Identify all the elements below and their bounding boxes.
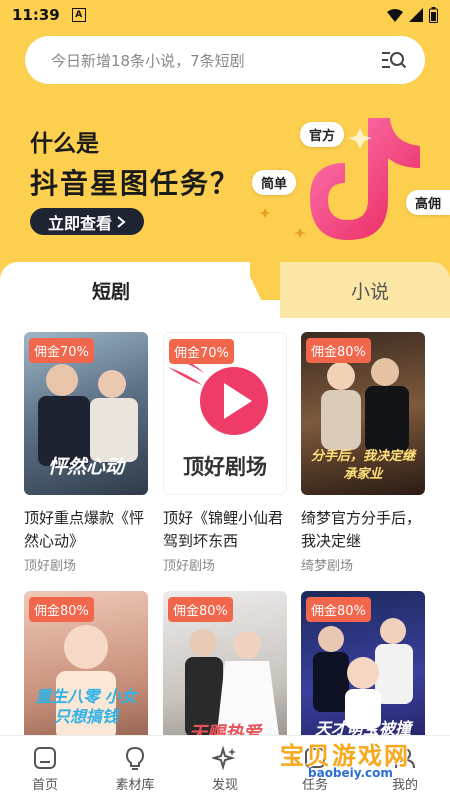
drama-poster: 佣金80% 天赐热爱 <box>163 591 287 754</box>
notification-icon: A <box>71 8 86 22</box>
nav-materials[interactable]: 素材库 <box>90 736 180 800</box>
status-time: 11:39 <box>12 6 60 24</box>
bulb-icon <box>125 746 145 770</box>
tab-novel-label: 小说 <box>350 280 389 303</box>
tab-short-drama[interactable]: 短剧 <box>0 262 250 318</box>
nav-discover[interactable]: 发现 <box>180 736 270 800</box>
commission-badge: 佣金80% <box>306 338 371 363</box>
search-bar[interactable]: 今日新增18条小说，7条短剧 <box>25 36 425 84</box>
tab-divider <box>220 262 280 318</box>
sparkle-icon <box>212 744 236 771</box>
tab-novel[interactable]: 小说 <box>280 262 450 318</box>
drama-card[interactable]: 佣金70% 顶好剧场 顶好《锦鲤小仙君驾到坏东西 顶好剧场 <box>163 332 287 574</box>
battery-icon <box>429 7 438 23</box>
watermark: 宝贝游戏网 baobeiy.com <box>272 736 422 786</box>
drama-poster: 佣金70% 顶好剧场 <box>163 332 287 495</box>
banner-question: 什么是 <box>30 131 99 157</box>
commission-badge: 佣金80% <box>306 597 371 622</box>
drama-source: 绮梦剧场 <box>301 559 354 574</box>
drama-source: 顶好剧场 <box>24 559 77 574</box>
drama-card[interactable]: 佣金80% 天才萌宝被撞 <box>301 591 425 754</box>
watermark-url: baobeiy.com <box>308 766 393 780</box>
drama-poster: 佣金80% 天才萌宝被撞 <box>301 591 425 754</box>
commission-badge: 佣金80% <box>29 597 94 622</box>
drama-card[interactable]: 佣金80% 分手后，我决定继承家业 绮梦官方分手后，我决定继 绮梦剧场 <box>301 332 425 574</box>
search-list-icon[interactable] <box>381 50 407 70</box>
status-icons <box>387 7 438 23</box>
drama-card[interactable]: 佣金80% 天赐热爱 <box>163 591 287 754</box>
nav-home[interactable]: 首页 <box>0 736 90 800</box>
wifi-icon <box>387 8 403 22</box>
poster-title: 重生八零 小女只想搞钱 <box>35 687 137 726</box>
drama-card[interactable]: 佣金80% 重生八零 小女只想搞钱 <box>24 591 148 754</box>
commission-badge: 佣金80% <box>168 597 233 622</box>
status-bar: 11:39 A <box>0 0 450 30</box>
tag-official: 官方 <box>300 122 345 147</box>
drama-poster: 佣金80% 重生八零 小女只想搞钱 <box>24 591 148 754</box>
nav-materials-label: 素材库 <box>115 777 155 793</box>
home-icon <box>34 746 56 769</box>
drama-title: 绮梦官方分手后，我决定继 <box>301 509 422 550</box>
drama-title: 顶好《锦鲤小仙君驾到坏东西 <box>163 509 284 550</box>
poster-title: 顶好剧场 <box>183 455 267 479</box>
view-now-button[interactable]: 立即查看 <box>30 208 145 235</box>
tab-short-drama-label: 短剧 <box>92 280 131 303</box>
poster-title: 分手后，我决定继承家业 <box>310 449 415 482</box>
commission-badge: 佣金70% <box>169 339 234 364</box>
commission-badge: 佣金70% <box>29 338 94 363</box>
nav-home-label: 首页 <box>31 777 58 793</box>
banner-illustration: 官方 简单 高佣 <box>240 108 450 258</box>
drama-poster: 佣金80% 分手后，我决定继承家业 <box>301 332 425 495</box>
search-placeholder: 今日新增18条小说，7条短剧 <box>51 51 245 70</box>
view-now-label: 立即查看 <box>48 213 113 233</box>
nav-discover-label: 发现 <box>211 777 238 793</box>
tag-high-commission: 高佣 <box>406 190 450 215</box>
poster-title: 怦然心动 <box>47 456 124 478</box>
chevron-right-icon <box>117 215 126 228</box>
drama-grid: 佣金70% 怦然心动 顶好重点爆款《怦然心动》 顶好剧场 佣金70% 顶好剧场 … <box>0 330 450 754</box>
signal-icon <box>409 8 423 22</box>
drama-card[interactable]: 佣金70% 怦然心动 顶好重点爆款《怦然心动》 顶好剧场 <box>24 332 148 574</box>
tag-simple: 简单 <box>252 170 297 195</box>
drama-title: 顶好重点爆款《怦然心动》 <box>24 509 145 550</box>
drama-source: 顶好剧场 <box>163 559 216 574</box>
banner-headline: 抖音星图任务？ <box>30 167 241 200</box>
drama-poster: 佣金70% 怦然心动 <box>24 332 148 495</box>
category-tabs: 小说 短剧 <box>0 262 450 318</box>
